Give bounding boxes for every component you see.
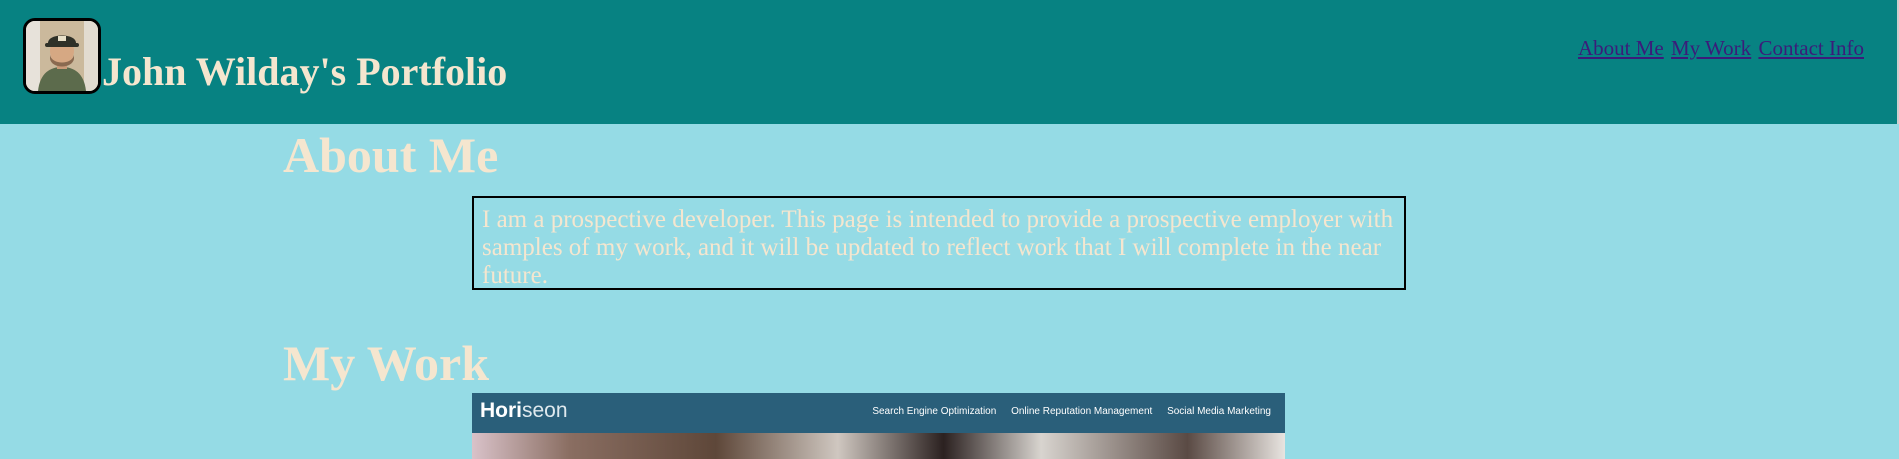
screenshot-brand-light: seon bbox=[522, 399, 568, 422]
profile-photo-icon bbox=[26, 21, 98, 91]
about-heading: About Me bbox=[283, 127, 499, 183]
screenshot-link-reputation: Online Reputation Management bbox=[1011, 406, 1153, 417]
site-header: John Wilday's Portfolio About Me My Work… bbox=[0, 0, 1899, 124]
screenshot-hero-photo bbox=[472, 433, 1285, 459]
project-screenshot-horiseon[interactable]: Horiseon Search Engine Optimization Onli… bbox=[472, 393, 1285, 459]
work-heading: My Work bbox=[283, 335, 490, 391]
screenshot-link-social: Social Media Marketing bbox=[1167, 406, 1271, 417]
screenshot-brand: Horiseon bbox=[480, 399, 568, 423]
screenshot-brand-bold: Hori bbox=[480, 399, 522, 422]
screenshot-link-seo: Search Engine Optimization bbox=[872, 406, 997, 417]
avatar bbox=[23, 18, 101, 94]
site-title: John Wilday's Portfolio bbox=[102, 49, 508, 94]
nav-link-contact-info[interactable]: Contact Info bbox=[1758, 36, 1864, 60]
screenshot-navbar: Horiseon Search Engine Optimization Onli… bbox=[472, 393, 1285, 433]
nav-link-my-work[interactable]: My Work bbox=[1671, 36, 1751, 60]
screenshot-nav-links: Search Engine Optimization Online Reputa… bbox=[860, 406, 1271, 417]
main-nav: About Me My Work Contact Info bbox=[1578, 36, 1866, 61]
about-text: I am a prospective developer. This page … bbox=[472, 196, 1406, 290]
nav-link-about-me[interactable]: About Me bbox=[1578, 36, 1664, 60]
